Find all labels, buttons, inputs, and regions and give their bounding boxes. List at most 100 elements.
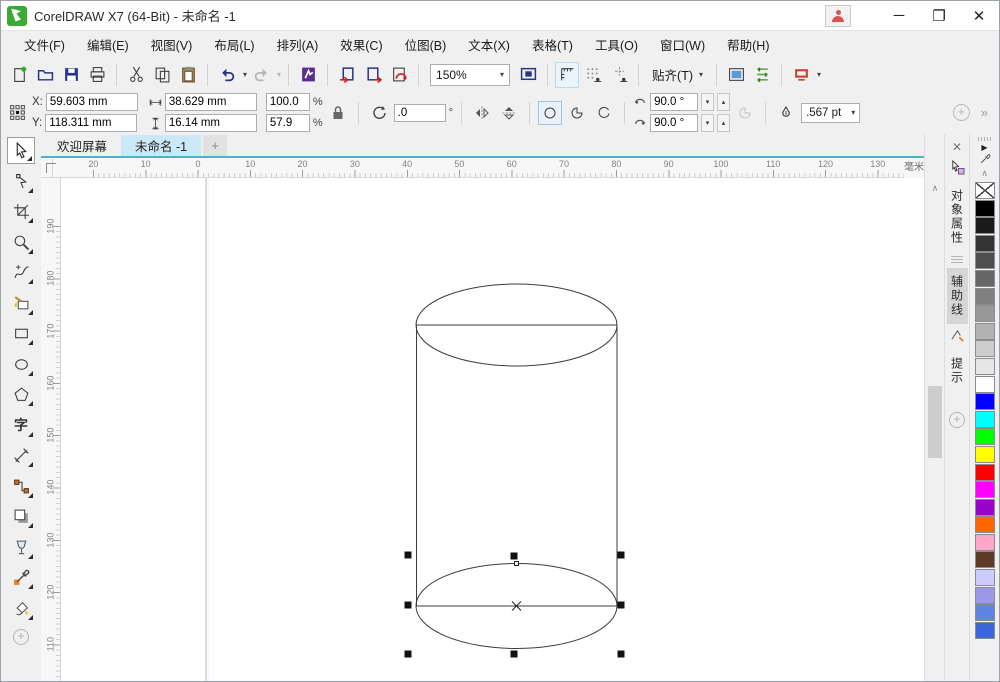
color-swatch[interactable] bbox=[975, 428, 995, 445]
handle-bottom-left[interactable] bbox=[405, 651, 412, 658]
arc-mode-button[interactable] bbox=[592, 101, 616, 125]
color-swatch[interactable] bbox=[975, 323, 995, 340]
shape-tool[interactable] bbox=[7, 168, 35, 195]
drawing-canvas[interactable] bbox=[61, 178, 924, 681]
new-document-button[interactable] bbox=[7, 62, 31, 88]
ellipse-top-node[interactable] bbox=[515, 562, 519, 566]
copy-icon[interactable] bbox=[150, 62, 174, 88]
fullscreen-preview-button[interactable] bbox=[516, 62, 540, 88]
account-button[interactable] bbox=[825, 5, 851, 27]
menu-item[interactable]: 工具(O) bbox=[584, 31, 649, 58]
menu-item[interactable]: 布局(L) bbox=[203, 31, 265, 58]
menu-item[interactable]: 位图(B) bbox=[394, 31, 458, 58]
object-width-input[interactable] bbox=[165, 93, 257, 111]
snap-to-menu[interactable]: 贴齐(T) ▾ bbox=[646, 65, 709, 84]
color-swatch[interactable] bbox=[975, 516, 995, 533]
parallel-dimension-tool[interactable] bbox=[7, 442, 35, 469]
quick-customize-propbar-button[interactable]: + bbox=[953, 104, 970, 121]
scale-horizontal-input[interactable] bbox=[266, 93, 310, 111]
color-swatch[interactable] bbox=[975, 481, 995, 498]
start-angle-input[interactable] bbox=[650, 93, 698, 111]
color-swatch[interactable] bbox=[975, 446, 995, 463]
mirror-horizontal-button[interactable] bbox=[470, 101, 494, 125]
color-swatch[interactable] bbox=[975, 534, 995, 551]
show-guidelines-toggle[interactable] bbox=[607, 62, 631, 88]
import-button[interactable] bbox=[335, 62, 359, 88]
redo-dropdown-icon[interactable]: ▾ bbox=[277, 70, 281, 79]
color-swatch[interactable] bbox=[975, 358, 995, 375]
options-button[interactable] bbox=[724, 62, 748, 88]
start-angle-up-button[interactable]: ▴ bbox=[717, 93, 730, 111]
scale-vertical-input[interactable] bbox=[266, 114, 310, 132]
cylinder-top-ellipse[interactable] bbox=[416, 284, 617, 366]
menu-item[interactable]: 窗口(W) bbox=[649, 31, 716, 58]
close-button[interactable]: ✕ bbox=[959, 1, 999, 31]
undo-button[interactable] bbox=[215, 62, 239, 88]
menu-item[interactable]: 编辑(E) bbox=[76, 31, 140, 58]
object-height-input[interactable] bbox=[165, 114, 257, 132]
end-angle-input[interactable] bbox=[650, 114, 698, 132]
redo-button[interactable] bbox=[249, 62, 273, 88]
color-swatch[interactable] bbox=[975, 270, 995, 287]
scrollbar-up-icon[interactable]: ∧ bbox=[928, 181, 942, 195]
new-document-tab-button[interactable]: + bbox=[203, 135, 227, 156]
save-button[interactable] bbox=[59, 62, 83, 88]
palette-eyedropper-icon[interactable] bbox=[979, 153, 991, 168]
pie-mode-button[interactable] bbox=[565, 101, 589, 125]
search-content-button[interactable] bbox=[296, 62, 320, 88]
change-direction-button[interactable] bbox=[733, 101, 757, 125]
color-swatch[interactable] bbox=[975, 587, 995, 604]
smart-fill-tool[interactable] bbox=[7, 290, 35, 317]
palette-flyout-icon[interactable]: ▶ bbox=[981, 143, 987, 153]
handle-middle-left[interactable] bbox=[405, 602, 412, 609]
handle-top-right[interactable] bbox=[618, 552, 625, 559]
handle-top-left[interactable] bbox=[405, 552, 412, 559]
color-swatch[interactable] bbox=[975, 217, 995, 234]
color-swatch[interactable] bbox=[975, 551, 995, 568]
outline-width-select[interactable]: .567 pt ▾ bbox=[801, 103, 860, 123]
print-button[interactable] bbox=[85, 62, 109, 88]
docker-close-icon[interactable]: ✕ bbox=[952, 140, 962, 156]
cylinder-drawing[interactable] bbox=[61, 178, 924, 681]
color-swatch[interactable] bbox=[975, 376, 995, 393]
zoom-level-select[interactable]: 150% ▾ bbox=[430, 64, 510, 86]
quick-customize-docker-button[interactable]: + bbox=[949, 412, 965, 428]
publish-pdf-button[interactable] bbox=[387, 62, 411, 88]
drop-shadow-tool[interactable] bbox=[7, 503, 35, 530]
color-swatch[interactable] bbox=[975, 200, 995, 217]
tab-welcome-screen[interactable]: 欢迎屏幕 bbox=[43, 135, 121, 156]
undo-dropdown-icon[interactable]: ▾ bbox=[243, 70, 247, 79]
minimize-button[interactable]: ─ bbox=[879, 1, 919, 31]
color-swatch[interactable] bbox=[975, 182, 995, 199]
cut-icon[interactable] bbox=[124, 62, 148, 88]
color-swatch[interactable] bbox=[975, 305, 995, 322]
vertical-ruler[interactable]: 190180170160150140130120110 bbox=[41, 178, 61, 681]
handle-top-middle[interactable] bbox=[511, 553, 518, 560]
menu-item[interactable]: 视图(V) bbox=[140, 31, 204, 58]
horizontal-ruler[interactable]: 20100102030405060708090100110120130 bbox=[53, 158, 904, 178]
end-angle-down-button[interactable]: ▾ bbox=[701, 114, 714, 132]
y-position-input[interactable] bbox=[45, 114, 137, 132]
palette-scroll-up-icon[interactable]: ∧ bbox=[981, 168, 988, 180]
handle-middle-right[interactable] bbox=[618, 602, 625, 609]
lock-ratio-toggle[interactable] bbox=[326, 101, 350, 125]
application-launcher-button[interactable] bbox=[750, 62, 774, 88]
ellipse-mode-button[interactable] bbox=[538, 101, 562, 125]
maximize-button[interactable]: ❐ bbox=[919, 1, 959, 31]
docker-tab-guidelines[interactable]: 辅助线 bbox=[947, 268, 968, 324]
menu-item[interactable]: 文本(X) bbox=[457, 31, 521, 58]
menu-item[interactable]: 表格(T) bbox=[521, 31, 584, 58]
object-origin-selector[interactable] bbox=[5, 100, 29, 126]
color-swatch[interactable] bbox=[975, 288, 995, 305]
tab-untitled-document[interactable]: 未命名 -1 bbox=[121, 135, 201, 156]
menu-item[interactable]: 排列(A) bbox=[266, 31, 330, 58]
handle-bottom-middle[interactable] bbox=[511, 651, 518, 658]
x-position-input[interactable] bbox=[46, 93, 138, 111]
canvas-vertical-scrollbar[interactable]: ∧ bbox=[924, 134, 944, 681]
color-swatch[interactable] bbox=[975, 235, 995, 252]
pick-tool[interactable] bbox=[7, 137, 35, 164]
rotation-angle-input[interactable] bbox=[394, 104, 446, 122]
menu-item[interactable]: 帮助(H) bbox=[716, 31, 780, 58]
open-button[interactable] bbox=[33, 62, 57, 88]
start-angle-down-button[interactable]: ▾ bbox=[701, 93, 714, 111]
